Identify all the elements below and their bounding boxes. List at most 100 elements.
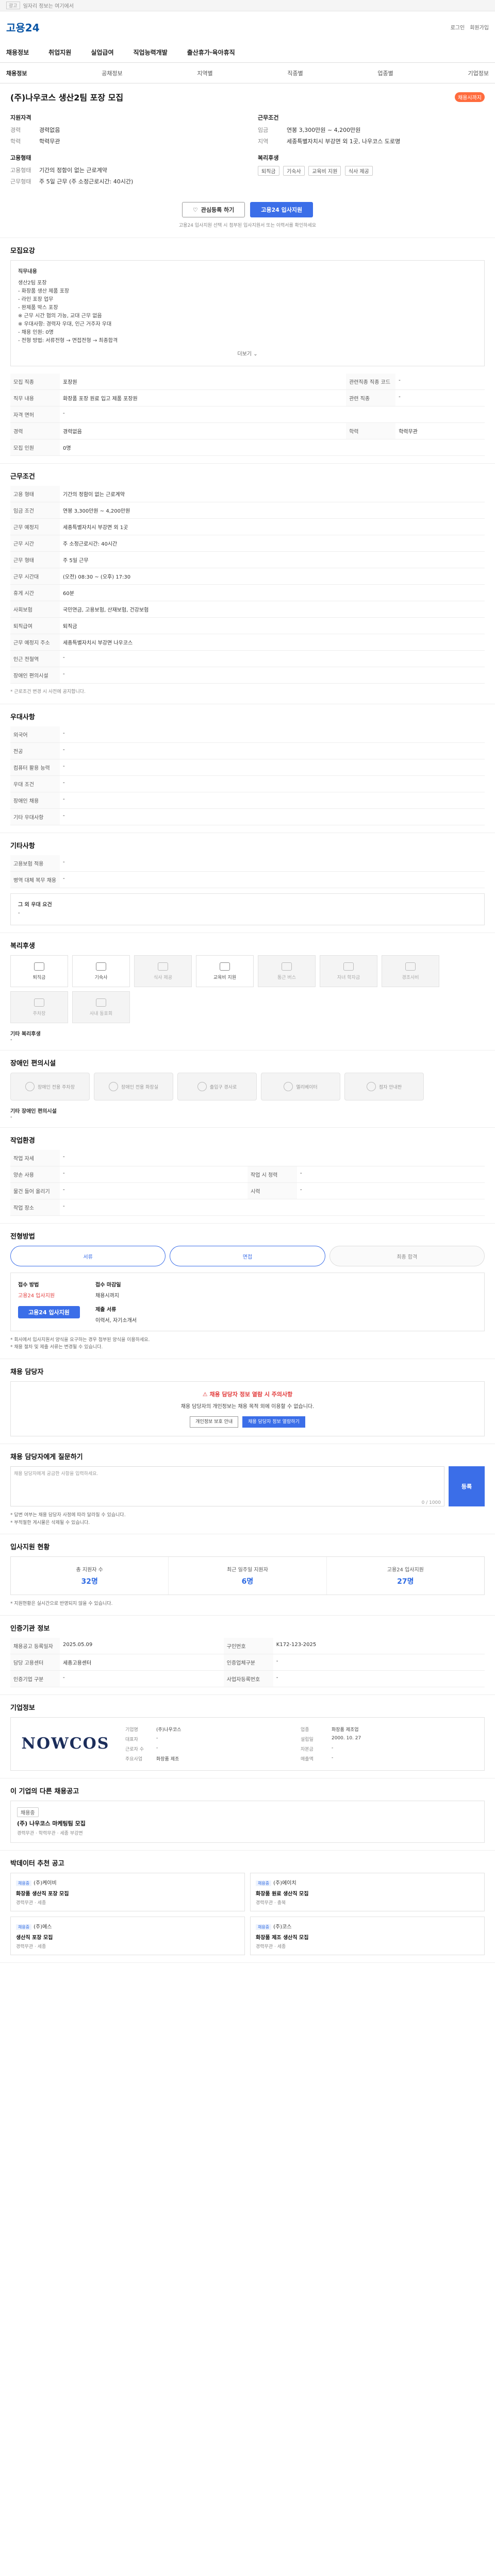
cell-value: - bbox=[60, 1199, 485, 1216]
recruit-info: 지원자격 경력 경력없음 학력 학력무관 고용형태 고용형태 기간의 정함이 없는 근… bbox=[10, 113, 237, 189]
field-value: 화장품 제조업 bbox=[332, 1727, 359, 1733]
subnav-item[interactable]: 지역별 bbox=[197, 69, 212, 77]
more-button[interactable]: 더보기 ⌄ bbox=[18, 350, 477, 359]
related-job[interactable]: 채용중 (주) 나우코스 마케팅팀 모집 경력무관 · 학력무관 · 세종 부강… bbox=[10, 1800, 485, 1843]
employ-heading: 고용형태 bbox=[10, 155, 31, 161]
table-row: 퇴직급여 퇴직금 bbox=[10, 617, 485, 634]
scrap-label: 관심등록 하기 bbox=[201, 207, 235, 213]
process-step: 면접 bbox=[170, 1246, 325, 1266]
cell-value: - bbox=[60, 650, 485, 667]
cell-value: - bbox=[60, 742, 485, 759]
table-row: 근무 예정지 주소 세종특별자치시 부강면 나우코스 bbox=[10, 634, 485, 651]
cell-value: 세종고용센터 bbox=[60, 1654, 224, 1671]
job-card[interactable]: 채용중 (주)에스 생산직 포장 모집 경력무관 · 세종 bbox=[10, 1916, 245, 1955]
accessibility-icon bbox=[284, 1082, 293, 1091]
subnav-item[interactable]: 기업정보 bbox=[468, 69, 488, 77]
scrap-button[interactable]: ♡ 관심등록 하기 bbox=[182, 202, 245, 217]
cell-value: - bbox=[60, 792, 485, 809]
detail-section: 모집요강 직무내용 생산2팀 포장 - 화장품 생산 제품 포장 - 라인 포장… bbox=[0, 238, 495, 464]
qa-note: * 답변 여부는 채용 담당자 사정에 따라 달라질 수 있습니다. bbox=[10, 1513, 126, 1518]
related-meta: 경력무관 · 학력무관 · 세종 부강면 bbox=[17, 1831, 83, 1836]
job-card[interactable]: 채용중 (주)코스 화장품 제조 생산직 모집 경력무관 · 세종 bbox=[250, 1916, 485, 1955]
nav-item-training[interactable]: 직업능력개발 bbox=[134, 48, 168, 57]
cell-value: 세종특별자치시 부강면 나우코스 bbox=[60, 634, 485, 651]
cell-key: 관련직종 직종 코드 bbox=[346, 374, 396, 390]
facility-tile: 출입구 경사로 bbox=[177, 1073, 257, 1100]
cell-key: 휴게 시간 bbox=[10, 584, 60, 601]
kv-value: 경력없음 bbox=[39, 127, 60, 133]
cell-key: 근무 예정지 주소 bbox=[10, 634, 60, 651]
cell-value: - bbox=[60, 1182, 248, 1199]
table-row: 근무 시간대 (오전) 08:30 ~ (오후) 17:30 bbox=[10, 568, 485, 585]
card-meta: 경력무관 · 충북 bbox=[256, 1900, 286, 1906]
apply-button[interactable]: 고용24 입사지원 bbox=[250, 202, 314, 217]
submit-question-button[interactable]: 등록 bbox=[449, 1466, 485, 1507]
nav-item-leave[interactable]: 출산휴가·육아휴직 bbox=[187, 48, 235, 57]
facility-label: 장애인 전용 화장실 bbox=[121, 1084, 158, 1090]
field-value: (주)나우코스 bbox=[156, 1727, 182, 1733]
cell-value: - bbox=[60, 1150, 485, 1166]
signup-link[interactable]: 회원가입 bbox=[470, 23, 489, 31]
misc-heading: 기타사항 bbox=[10, 842, 35, 850]
benefit-tile: 기숙사 bbox=[72, 955, 130, 987]
cell-value: 2025.05.09 bbox=[60, 1637, 224, 1654]
facility-extra-title: 기타 장애인 편의시설 bbox=[10, 1109, 57, 1114]
nav-item-benefit[interactable]: 실업급여 bbox=[91, 48, 113, 57]
stats-note: * 지원현황은 실시간으로 반영되지 않을 수 있습니다. bbox=[10, 1601, 113, 1607]
environment-section: 작업환경 작업 자세 - 양손 사용 - 작업 시 청력 - 물건 들어 올리기 - 시력 -… bbox=[0, 1128, 495, 1224]
login-link[interactable]: 로그인 bbox=[451, 23, 465, 31]
facilities-section: 장애인 편의시설 장애인 전용 주차장 장애인 전용 화장실 출입구 경사로 엘… bbox=[0, 1050, 495, 1128]
accessibility-icon bbox=[109, 1082, 119, 1091]
detail-line: - 라인 포장 업무 bbox=[18, 297, 54, 302]
nav-item-support[interactable]: 취업지원 bbox=[48, 48, 71, 57]
company-logo: NOWCOS bbox=[21, 1735, 110, 1753]
apply-button-2[interactable]: 고용24 입사지원 bbox=[18, 1306, 80, 1318]
field-value: 화장품 제조 bbox=[156, 1756, 179, 1762]
subnav-item[interactable]: 직종별 bbox=[287, 69, 303, 77]
field-value: - bbox=[332, 1755, 334, 1760]
cell-key: 담당 고용센터 bbox=[10, 1654, 60, 1671]
table-row: 기타 우대사항 - bbox=[10, 808, 485, 825]
view-contact-button[interactable]: 채용 담당자 정보 열람하기 bbox=[242, 1416, 305, 1428]
subnav-item[interactable]: 업종별 bbox=[377, 69, 393, 77]
facility-extra-value: - bbox=[10, 1114, 12, 1120]
kv-value: 학력무관 bbox=[39, 138, 60, 145]
deadline-value: 채용시까지 bbox=[95, 1293, 119, 1299]
cell-value: - bbox=[297, 1182, 485, 1199]
privacy-button[interactable]: 개인정보 보호 안내 bbox=[190, 1416, 239, 1428]
job-card[interactable]: 채용중 (주)에이치 화장품 원료 생산직 모집 경력무관 · 충북 bbox=[250, 1872, 485, 1911]
stat-value: 6명 bbox=[241, 1578, 254, 1586]
preferred-table: 외국어 - 전공 - 컴퓨터 활용 능력 - 우대 조건 - 장애인 채용 - 기타 우대… bbox=[10, 726, 485, 825]
card-company: (주)에스 bbox=[34, 1924, 52, 1930]
cell-value: - bbox=[395, 374, 485, 390]
apply-method-value: 고용24 입사지원 bbox=[18, 1293, 55, 1299]
subnav-item[interactable]: 공채정보 bbox=[102, 69, 122, 77]
table-row: 컴퓨터 활용 능력 - bbox=[10, 759, 485, 776]
stat-label: 최근 일주일 지원자 bbox=[227, 1567, 268, 1573]
cell-key: 작업 자세 bbox=[10, 1150, 60, 1166]
facility-label: 점자 안내판 bbox=[378, 1084, 402, 1090]
ad-text[interactable]: 일자리 정보는 여기에서 bbox=[23, 2, 74, 9]
benefit-label: 경조사비 bbox=[402, 975, 419, 980]
subnav-current[interactable]: 채용정보 bbox=[6, 69, 27, 77]
detail-line: 생산2팀 포장 bbox=[18, 280, 47, 286]
table-row: 작업 자세 - bbox=[10, 1150, 485, 1166]
job-card[interactable]: 채용중 (주)케이비 화장품 생산직 포장 모집 경력무관 · 세종 bbox=[10, 1872, 245, 1911]
cell-value: 포장원 bbox=[60, 374, 346, 390]
question-input[interactable]: 채용 담당자에게 궁금한 사항을 입력하세요. 0 / 1000 bbox=[10, 1466, 444, 1507]
stat-value: 27명 bbox=[397, 1578, 414, 1586]
welfare-heading: 복리후생 bbox=[258, 155, 279, 161]
cell-value: (오전) 08:30 ~ (오후) 17:30 bbox=[60, 568, 485, 585]
cell-key: 모집 직종 bbox=[10, 374, 60, 390]
warning-title: 채용 담당자 정보 열람 시 주의사항 bbox=[209, 1391, 293, 1398]
site-logo[interactable]: 고용24 bbox=[6, 20, 40, 35]
table-row: 양손 사용 - 작업 시 청력 - bbox=[10, 1166, 485, 1183]
kv-key: 고용형태 bbox=[10, 167, 31, 174]
card-meta: 경력무관 · 세종 bbox=[16, 1944, 46, 1950]
process-notes: * 회사에서 입사지원서 양식을 요구하는 경우 첨부된 양식을 이용하세요. … bbox=[10, 1336, 485, 1351]
table-row: 작업 장소 - bbox=[10, 1199, 485, 1216]
cell-key: 외국어 bbox=[10, 726, 60, 743]
nav-item-jobs[interactable]: 채용정보 bbox=[6, 48, 29, 57]
table-row: 근무 형태 주 5일 근무 bbox=[10, 551, 485, 568]
misc-section: 기타사항 고용보험 적용 - 병역 대체 복무 채용 - 그 외 우대 요건 - bbox=[0, 833, 495, 933]
